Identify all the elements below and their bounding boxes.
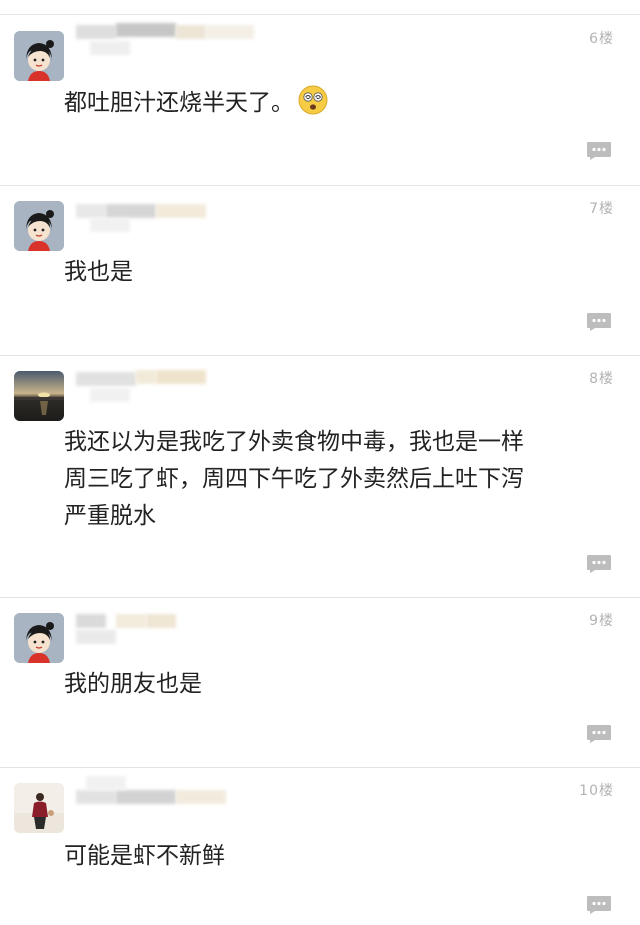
comment-text: 可能是虾不新鲜 — [64, 843, 225, 869]
person-photo-avatar[interactable] — [14, 783, 64, 833]
floor-number: 7楼 — [589, 201, 614, 217]
username-blurred[interactable] — [76, 606, 256, 644]
floor-number: 10楼 — [579, 783, 614, 799]
floor-number: 6楼 — [589, 31, 614, 47]
cartoon-girl-avatar[interactable] — [14, 201, 64, 251]
dizzy-face-emoji — [298, 85, 328, 115]
username-blurred[interactable] — [76, 776, 256, 806]
comment-thread: 6楼 都吐胆汁还烧半天了。 7楼 我也是 8楼 我还以为是我吃了外卖食物中毒，我… — [0, 0, 640, 925]
cartoon-girl-avatar[interactable] — [14, 613, 64, 663]
comment-text: 我还以为是我吃了外卖食物中毒，我也是一样 周三吃了虾，周四下午吃了外卖然后上吐下泻… — [64, 424, 524, 535]
comment-item: 9楼 我的朋友也是 — [0, 598, 640, 768]
floor-number: 8楼 — [589, 371, 614, 387]
comment-item: 7楼 我也是 — [0, 186, 640, 356]
comment-bubble-icon[interactable] — [586, 312, 612, 332]
comment-text: 我也是 — [64, 259, 133, 285]
username-blurred[interactable] — [76, 23, 256, 55]
comment-text-line: 周三吃了虾，周四下午吃了外卖然后上吐下泻 — [64, 466, 524, 492]
comment-item: 6楼 都吐胆汁还烧半天了。 — [0, 15, 640, 186]
comment-bubble-icon[interactable] — [586, 724, 612, 744]
comment-bubble-icon[interactable] — [586, 554, 612, 574]
comment-text-line: 我还以为是我吃了外卖食物中毒，我也是一样 — [64, 429, 524, 455]
comment-text-line: 严重脱水 — [64, 503, 156, 529]
comment-item: 8楼 我还以为是我吃了外卖食物中毒，我也是一样 周三吃了虾，周四下午吃了外卖然后上… — [0, 356, 640, 598]
floor-number: 9楼 — [589, 613, 614, 629]
comment-bubble-icon[interactable] — [586, 895, 612, 915]
cartoon-girl-avatar[interactable] — [14, 31, 64, 81]
comment-text: 我的朋友也是 — [64, 671, 202, 697]
comment-bubble-icon[interactable] — [586, 141, 612, 161]
username-blurred[interactable] — [76, 364, 256, 402]
comment-text-content: 都吐胆汁还烧半天了。 — [64, 90, 294, 116]
sunset-lake-avatar[interactable] — [14, 371, 64, 421]
username-blurred[interactable] — [76, 194, 256, 232]
comment-text: 都吐胆汁还烧半天了。 — [64, 85, 328, 122]
comment-item: 10楼 可能是虾不新鲜 — [0, 768, 640, 925]
